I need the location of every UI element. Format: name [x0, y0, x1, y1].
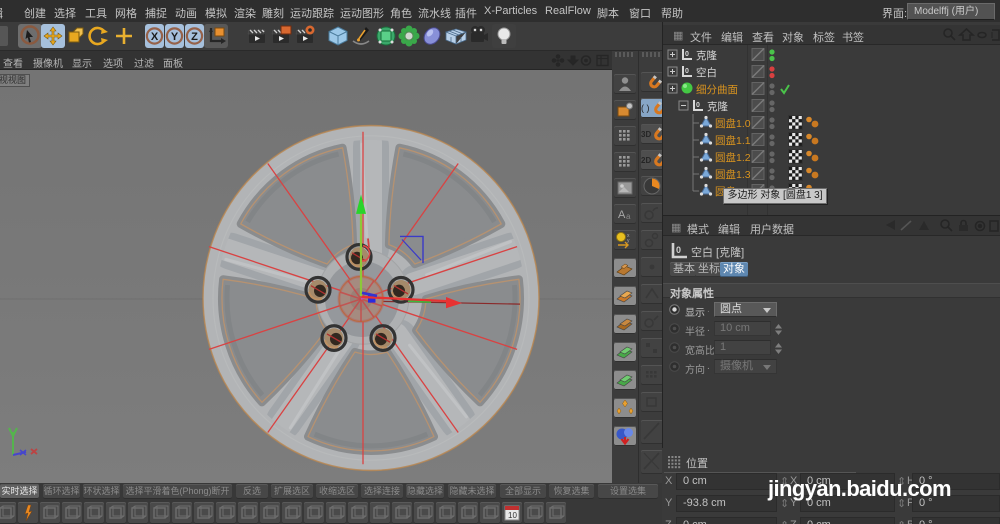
- svg-text:0: 0: [696, 102, 700, 109]
- svg-text:A: A: [618, 209, 626, 221]
- svg-text:Y: Y: [171, 31, 179, 43]
- svg-text:3D: 3D: [641, 130, 651, 139]
- svg-text:a: a: [626, 212, 631, 221]
- svg-text:( ): ( ): [641, 103, 650, 113]
- svg-text:0: 0: [685, 51, 689, 58]
- svg-text:10: 10: [508, 511, 517, 520]
- svg-text:Z: Z: [191, 31, 198, 43]
- svg-text:y: y: [627, 238, 630, 244]
- svg-text:X: X: [151, 31, 159, 43]
- svg-text:0: 0: [676, 245, 681, 255]
- svg-text:2D: 2D: [641, 156, 651, 165]
- svg-text:0: 0: [685, 68, 689, 75]
